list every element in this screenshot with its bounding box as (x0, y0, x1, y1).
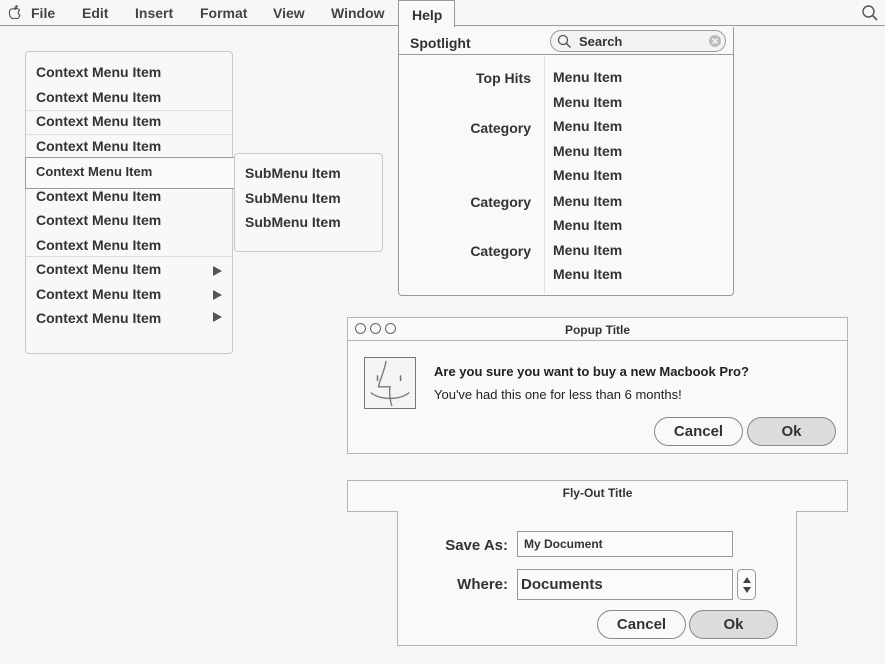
submenu-item[interactable]: SubMenu Item (245, 214, 341, 230)
menu-file[interactable]: File (31, 5, 55, 21)
spotlight-result[interactable]: Menu Item (553, 217, 622, 233)
submenu-item[interactable]: SubMenu Item (245, 190, 341, 206)
flyout-panel: Save As: Where: Documents Cancel Ok (397, 511, 797, 646)
search-input[interactable] (579, 32, 699, 50)
menu-help[interactable]: Help (398, 0, 455, 28)
spotlight-search-field[interactable] (550, 30, 726, 52)
spotlight-search-icon[interactable] (861, 4, 879, 22)
spotlight-header: Spotlight (399, 27, 733, 55)
submenu: SubMenu Item SubMenu Item SubMenu Item (234, 153, 383, 252)
menu-edit[interactable]: Edit (82, 5, 108, 21)
submenu-item[interactable]: SubMenu Item (245, 165, 341, 181)
save-as-input[interactable] (517, 531, 733, 557)
context-menu-item-submenu[interactable]: Context Menu Item (26, 256, 232, 280)
spotlight-category: Category (470, 243, 531, 259)
flyout-title: Fly-Out Title (562, 486, 633, 500)
clear-icon[interactable] (708, 34, 722, 48)
context-menu-item[interactable]: Context Menu Item (26, 183, 232, 207)
popup-titlebar: Popup Title (348, 318, 847, 341)
spotlight-divider (544, 56, 545, 294)
menu-window[interactable]: Window (331, 5, 385, 21)
context-menu-item[interactable]: Context Menu Item (26, 232, 232, 256)
spotlight-result[interactable]: Menu Item (553, 118, 622, 134)
finder-icon (364, 357, 416, 409)
popup-title: Popup Title (564, 323, 631, 337)
menu-insert[interactable]: Insert (135, 5, 173, 21)
spotlight-result[interactable]: Menu Item (553, 193, 622, 209)
where-stepper[interactable] (737, 569, 756, 600)
where-select[interactable]: Documents (517, 569, 733, 600)
spotlight-label: Spotlight (410, 35, 471, 51)
spotlight-result[interactable]: Menu Item (553, 167, 622, 183)
context-menu-item-submenu[interactable]: Context Menu Item (26, 281, 232, 305)
chevron-up-icon (743, 577, 751, 583)
menu-format[interactable]: Format (200, 5, 247, 21)
popup-message: You've had this one for less than 6 mont… (434, 387, 682, 402)
context-menu-item[interactable]: Context Menu Item (26, 84, 232, 108)
spotlight-result[interactable]: Menu Item (553, 242, 622, 258)
chevron-down-icon (743, 587, 751, 593)
spotlight-category: Category (470, 120, 531, 136)
submenu-arrow-icon (213, 312, 222, 322)
menu-view[interactable]: View (273, 5, 305, 21)
spotlight-result[interactable]: Menu Item (553, 69, 622, 85)
ok-button[interactable]: Ok (689, 610, 778, 639)
cancel-button[interactable]: Cancel (597, 610, 686, 639)
spotlight-result[interactable]: Menu Item (553, 94, 622, 110)
ok-button[interactable]: Ok (747, 417, 836, 446)
spotlight-result[interactable]: Menu Item (553, 143, 622, 159)
spotlight-panel: Spotlight Top Hits Category Category Cat… (398, 27, 734, 296)
save-as-label: Save As: (445, 537, 508, 554)
context-menu-item[interactable]: Context Menu Item (26, 59, 232, 83)
apple-icon[interactable] (6, 3, 24, 21)
context-menu-item[interactable]: Context Menu Item (26, 207, 232, 231)
search-icon (557, 34, 572, 49)
context-menu: Context Menu Item Context Menu Item Cont… (25, 51, 235, 354)
popup-dialog: Popup Title Are you sure you want to buy… (347, 317, 848, 454)
where-label: Where: (457, 576, 508, 593)
spotlight-category: Top Hits (476, 70, 531, 86)
popup-heading: Are you sure you want to buy a new Macbo… (434, 364, 749, 379)
submenu-arrow-icon (213, 266, 222, 276)
submenu-arrow-icon (213, 290, 222, 300)
flyout-titlebar: Fly-Out Title (347, 480, 848, 512)
context-menu-item-submenu[interactable]: Context Menu Item (26, 305, 232, 329)
spotlight-result[interactable]: Menu Item (553, 266, 622, 282)
context-menu-item[interactable]: Context Menu Item (26, 133, 232, 157)
spotlight-category: Category (470, 194, 531, 210)
cancel-button[interactable]: Cancel (654, 417, 743, 446)
context-menu-item[interactable]: Context Menu Item (26, 108, 232, 132)
